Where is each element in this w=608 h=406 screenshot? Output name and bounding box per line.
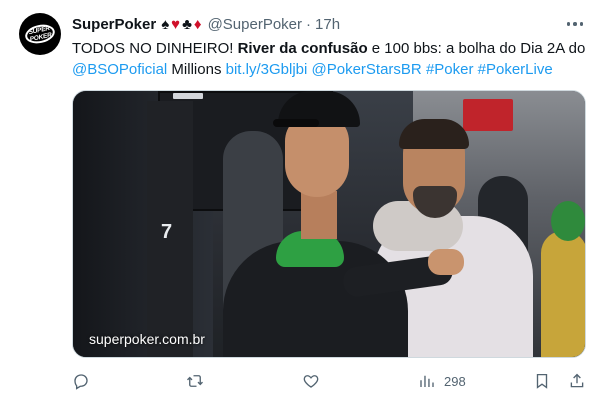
tweet-header: SuperPoker ♠ ♥ ♣ ♦ @SuperPoker · 17h: [72, 13, 340, 35]
url-link[interactable]: bit.ly/3Gbljbi: [226, 61, 308, 78]
tweet-photo[interactable]: 7 superpoker.com.br: [72, 90, 586, 358]
photo-screen-logo: [173, 93, 203, 99]
views-icon: [420, 375, 434, 387]
more-horizontal-icon: [566, 22, 571, 26]
views-button[interactable]: 298: [418, 370, 466, 392]
mention-link[interactable]: @PokerStarsBR: [312, 61, 422, 78]
more-horizontal-icon-dot: [573, 22, 577, 26]
photo-watermark: superpoker.com.br: [89, 331, 205, 347]
views-count: 298: [444, 373, 466, 389]
tweet-text-bold: River da confusão: [237, 40, 368, 57]
mention-link[interactable]: @BSOPoficial: [72, 61, 167, 78]
retweet-icon: [187, 375, 203, 387]
diamond-icon: ♦: [193, 15, 202, 33]
photo-red-sign: [463, 99, 513, 131]
display-name[interactable]: SuperPoker: [72, 16, 156, 33]
separator-dot: ·: [306, 15, 312, 33]
avatar-logo: SUPER POKER: [23, 22, 57, 46]
photo-person: [541, 231, 585, 357]
like-icon: [303, 375, 319, 388]
name-suits: ♠ ♥ ♣ ♦: [161, 17, 201, 32]
more-options-button[interactable]: [564, 15, 586, 33]
avatar-logo-text: SUPER POKER: [28, 24, 53, 44]
photo-man-left-hand: [428, 249, 464, 275]
tweet-text: TODOS NO DINHEIRO! River da confusão e 1…: [72, 38, 592, 80]
tweet-text-part: e 100 bbs: a bolha do Dia 2A do: [367, 40, 586, 57]
photo-man-left-neck: [301, 191, 337, 239]
timestamp[interactable]: 17h: [315, 16, 340, 33]
photo-green-sign: [551, 201, 585, 241]
heart-icon: ♥: [171, 15, 181, 33]
reply-icon: [74, 374, 88, 390]
tweet-actions: 298: [72, 370, 592, 392]
hashtag-link[interactable]: #Poker: [426, 61, 474, 78]
photo-man-left-cap-brim: [273, 119, 319, 127]
bookmark-icon: [536, 373, 548, 389]
photo-man-right-hair: [399, 119, 469, 149]
hashtag-link[interactable]: #PokerLive: [478, 61, 553, 78]
tweet[interactable]: SUPER POKER SuperPoker ♠ ♥ ♣ ♦ @SuperPok…: [0, 0, 608, 406]
tweet-text-part: Millions: [167, 61, 226, 78]
pillar-number: 7: [161, 221, 173, 243]
share-icon: [570, 373, 584, 388]
like-button[interactable]: [302, 370, 320, 392]
club-icon: ♣: [182, 15, 192, 33]
spade-icon: ♠: [161, 15, 170, 33]
retweet-button[interactable]: [186, 370, 204, 392]
user-handle[interactable]: @SuperPoker: [208, 16, 302, 33]
reply-button[interactable]: [72, 370, 90, 392]
more-horizontal-icon-dot: [579, 22, 584, 26]
tweet-text-part: TODOS NO DINHEIRO!: [72, 40, 238, 57]
avatar[interactable]: SUPER POKER: [19, 13, 61, 55]
bookmark-button[interactable]: [533, 370, 551, 392]
share-button[interactable]: [568, 370, 586, 392]
